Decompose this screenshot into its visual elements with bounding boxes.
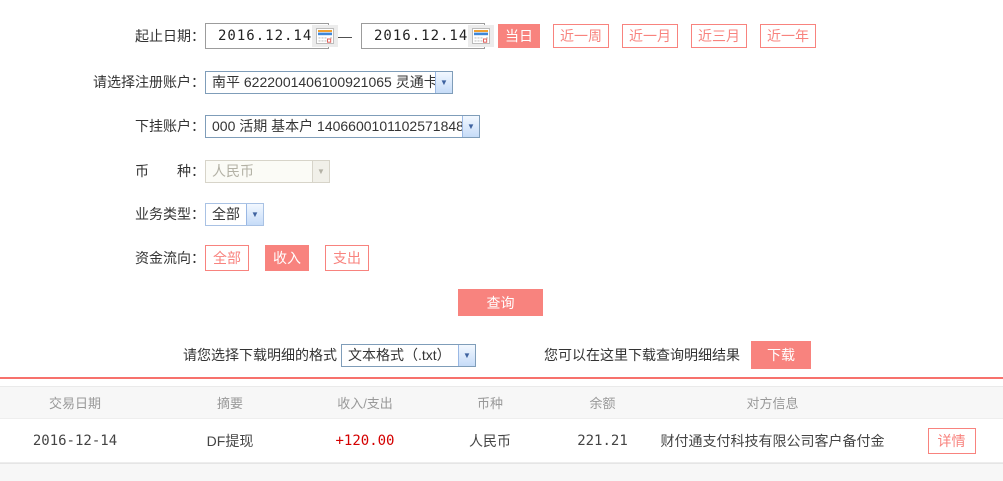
register-account-value: 南平 6222001406100921065 灵通卡 (212, 74, 435, 90)
currency-label: 币 种： (135, 163, 205, 179)
download-format-label: 请您选择下载明细的格式 (183, 347, 337, 363)
sub-account-select[interactable]: 000 活期 基本户 1406600101102571848 ▼ (205, 114, 480, 138)
chevron-down-icon: ▼ (462, 115, 479, 137)
red-separator-line (0, 377, 1003, 379)
cell-currency: 人民币 (469, 432, 511, 449)
table-row: 2016-12-14 DF提现 +120.00 人民币 221.21 财付通支付… (0, 418, 1003, 463)
register-account-select[interactable]: 南平 6222001406100921065 灵通卡 ▼ (205, 70, 453, 94)
date-range-label: 起止日期： (135, 27, 205, 44)
fund-flow-label: 资金流向： (135, 249, 205, 266)
quick-range-today-button[interactable]: 当日 (498, 23, 540, 48)
sub-account-label: 下挂账户： (135, 118, 205, 134)
fund-flow-expense-button[interactable]: 支出 (325, 244, 369, 271)
calendar-icon[interactable] (312, 24, 339, 47)
table-header-row: 交易日期 摘要 收入/支出 币种 余额 对方信息 (0, 386, 1003, 419)
chevron-down-icon: ▼ (435, 71, 452, 93)
results-table: 交易日期 摘要 收入/支出 币种 余额 对方信息 2016-12-14 DF提现… (0, 386, 1003, 463)
calendar-icon[interactable] (468, 24, 495, 47)
date-range-row: 起止日期： 2016.12.14 — 2016.12.14 当日 近一周 近一月… (0, 22, 1003, 49)
quick-range-month-button[interactable]: 近一月 (622, 23, 678, 48)
business-type-label: 业务类型： (135, 206, 205, 222)
end-date-input[interactable]: 2016.12.14 (361, 22, 495, 49)
download-format-value: 文本格式（.txt） (348, 347, 451, 363)
currency-value: 人民币 (212, 163, 254, 179)
register-account-row: 请选择注册账户： 南平 6222001406100921065 灵通卡 ▼ (0, 70, 1003, 94)
cell-balance: 221.21 (577, 432, 628, 449)
start-date-value: 2016.12.14 (218, 27, 313, 44)
cell-amount: +120.00 (335, 432, 395, 449)
detail-button[interactable]: 详情 (927, 427, 976, 454)
download-hint: 您可以在这里下载查询明细结果 (544, 347, 740, 363)
download-format-select[interactable]: 文本格式（.txt） ▼ (341, 343, 476, 367)
col-header-amount: 收入/支出 (310, 386, 420, 419)
business-type-row: 业务类型： 全部 ▼ (0, 202, 1003, 226)
col-header-action (900, 386, 1003, 419)
fund-flow-income-button[interactable]: 收入 (265, 244, 309, 271)
query-button[interactable]: 查询 (458, 289, 543, 316)
register-account-label: 请选择注册账户： (93, 74, 205, 90)
business-type-value: 全部 (212, 206, 240, 222)
footer-strip (0, 463, 1003, 481)
col-header-currency: 币种 (420, 386, 560, 419)
start-date-input[interactable]: 2016.12.14 (205, 22, 339, 49)
chevron-down-icon: ▼ (246, 203, 263, 225)
end-date-value: 2016.12.14 (374, 27, 469, 44)
sub-account-row: 下挂账户： 000 活期 基本户 1406600101102571848 ▼ (0, 114, 1003, 138)
cell-summary: DF提现 (206, 432, 254, 449)
col-header-summary: 摘要 (150, 386, 310, 419)
download-button[interactable]: 下载 (751, 341, 811, 369)
col-header-date: 交易日期 (0, 386, 150, 419)
download-row: 请您选择下载明细的格式 文本格式（.txt） ▼ 您可以在这里下载查询明细结果 … (0, 341, 1003, 369)
fund-flow-row: 资金流向： 全部 收入 支出 (0, 244, 1003, 271)
quick-range-week-button[interactable]: 近一周 (553, 23, 609, 48)
cell-date: 2016-12-14 (32, 432, 118, 449)
query-row: 查询 (0, 289, 1003, 316)
fund-flow-all-button[interactable]: 全部 (205, 244, 249, 271)
chevron-down-icon: ▼ (312, 160, 329, 182)
transaction-query-page: 起止日期： 2016.12.14 — 2016.12.14 当日 近一周 近一月… (0, 0, 1003, 481)
sub-account-value: 000 活期 基本户 1406600101102571848 (212, 118, 462, 134)
date-range-separator: — (338, 27, 352, 44)
col-header-counterparty: 对方信息 (645, 386, 900, 419)
business-type-select[interactable]: 全部 ▼ (205, 202, 264, 226)
currency-select: 人民币 ▼ (205, 159, 330, 183)
cell-counterparty: 财付通支付科技有限公司客户备付金 (660, 432, 885, 449)
quick-range-year-button[interactable]: 近一年 (760, 23, 816, 48)
quick-range-3months-button[interactable]: 近三月 (691, 23, 747, 48)
chevron-down-icon: ▼ (458, 344, 475, 366)
currency-row: 币 种： 人民币 ▼ (0, 159, 1003, 183)
col-header-balance: 余额 (560, 386, 645, 419)
